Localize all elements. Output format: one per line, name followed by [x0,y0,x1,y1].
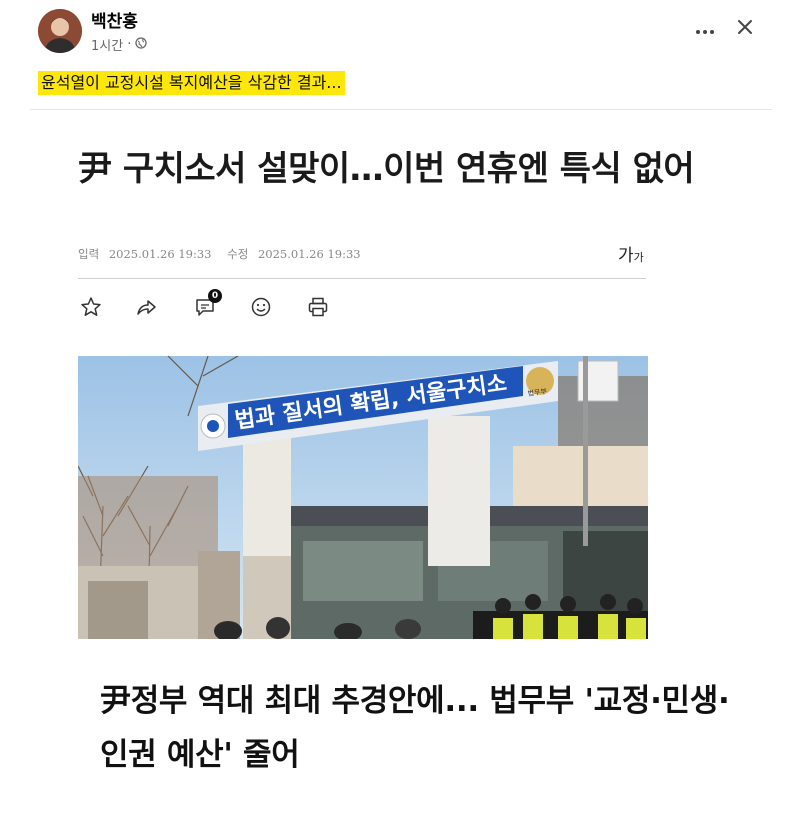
article-headline: 尹 구치소서 설맞이…이번 연휴엔 특식 없어 [78,149,695,189]
article-photo: 법과 질서의 확립, 서울구치소 법무부 [78,356,648,639]
post-header: 백찬홍 1시간 · [0,0,800,60]
font-size-small-glyph: 가 [633,251,644,264]
modified-label: 수정 [227,247,249,261]
globe-icon [135,36,147,53]
post-time[interactable]: 1시간 [91,35,123,54]
post-caption: 윤석열이 교정시설 복지예산을 삭감한 결과... [38,71,345,95]
font-size-button[interactable]: 가가 [618,241,644,266]
modified-date: 2025.01.26 19:33 [257,247,361,261]
article-subheadline: 尹정부 역대 최대 추경안에... 법무부 '교정·민생·인권 예산' 줄어 [100,683,730,773]
close-button[interactable] [730,14,760,44]
input-label: 입력 [78,247,100,261]
article-rule [78,278,646,279]
comment-count-badge: 0 [208,289,222,303]
comment-icon[interactable]: 0 [192,289,222,320]
bookmark-star-icon[interactable] [78,294,104,320]
more-icon [695,19,715,40]
more-options-button[interactable] [690,14,720,44]
avatar[interactable] [38,9,82,53]
emoji-icon[interactable] [248,294,274,320]
meta-separator: · [127,37,132,52]
font-size-large-glyph: 가 [618,246,634,266]
close-icon [737,19,753,39]
share-icon[interactable] [133,294,159,320]
article-dateline: 입력 2025.01.26 19:33 수정 2025.01.26 19:33 [78,246,367,262]
author-name[interactable]: 백찬홍 [91,7,138,32]
print-icon[interactable] [305,294,331,320]
post-meta: 1시간 · [91,35,147,54]
input-date: 2025.01.26 19:33 [108,247,212,261]
